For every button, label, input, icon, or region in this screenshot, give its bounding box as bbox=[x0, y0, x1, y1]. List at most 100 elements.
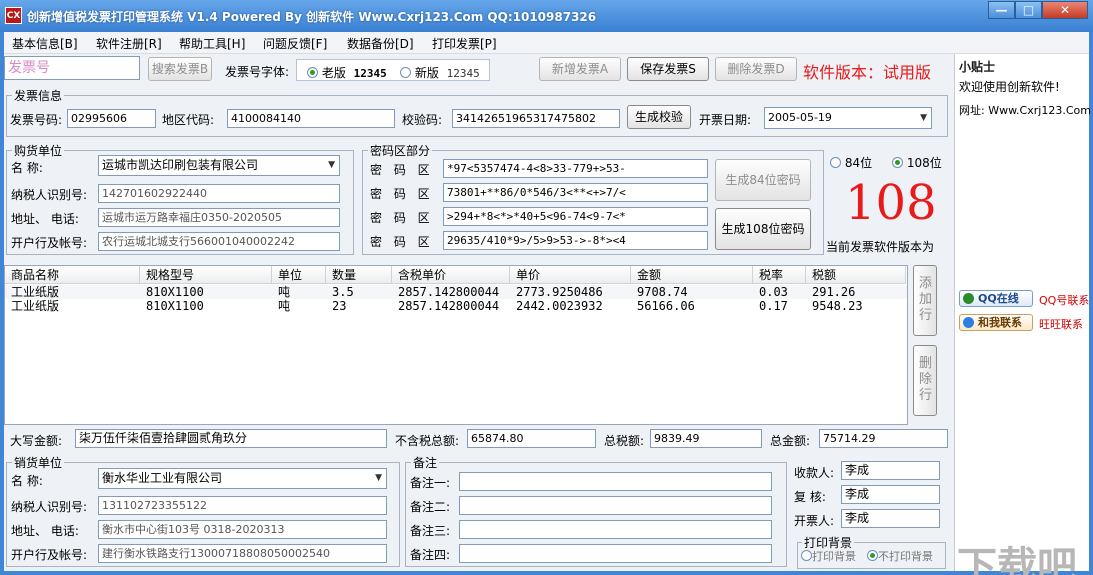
cipher-84-label: 84位 bbox=[844, 156, 873, 170]
table-cell[interactable]: 2442.0023932 bbox=[510, 299, 603, 313]
seller-bank-field[interactable]: 建行衡水铁路支行13000718808050002540 bbox=[98, 544, 387, 563]
table-cell[interactable]: 9548.23 bbox=[806, 299, 863, 313]
invoice-date-picker[interactable]: 2005-05-19 bbox=[764, 107, 932, 129]
total-tax-field[interactable]: 9839.49 bbox=[650, 429, 762, 448]
table-cell[interactable]: 810X1100 bbox=[140, 285, 204, 299]
table-cell[interactable]: 9708.74 bbox=[631, 285, 688, 299]
table-cell[interactable]: 吨 bbox=[272, 285, 290, 299]
table-cell[interactable]: 291.26 bbox=[806, 285, 855, 299]
cipher-field-1[interactable]: *97<5357474-4<8>33-779+>53- bbox=[443, 159, 708, 178]
radio-selected-icon bbox=[307, 67, 318, 78]
table-cell[interactable]: 吨 bbox=[272, 299, 290, 313]
note-3-field[interactable] bbox=[459, 520, 772, 539]
payee-field[interactable]: 李成 bbox=[841, 461, 940, 480]
table-row[interactable]: 工业纸版 810X1100 吨 3.5 2857.142800044 2773.… bbox=[5, 285, 907, 299]
table-cell[interactable]: 810X1100 bbox=[140, 299, 204, 313]
cipher-84-option[interactable]: 84位 bbox=[830, 154, 872, 171]
menu-basic-info[interactable]: 基本信息[B] bbox=[12, 35, 78, 52]
issuer-label: 开票人: bbox=[794, 514, 835, 528]
invoice-number-field[interactable]: 02995606 bbox=[67, 109, 156, 128]
menu-print-invoice[interactable]: 打印发票[P] bbox=[432, 35, 497, 52]
table-header[interactable]: 金额 bbox=[631, 266, 753, 284]
seller-addr-field[interactable]: 衡水市中心街103号 0318-2020313 bbox=[98, 520, 387, 539]
note-1-field[interactable] bbox=[459, 472, 772, 491]
invoice-number-label: 发票号码: bbox=[10, 113, 63, 127]
no-print-background-option[interactable]: 不打印背景 bbox=[867, 548, 933, 564]
table-cell[interactable]: 0.17 bbox=[753, 299, 788, 313]
cipher-field-2[interactable]: 73801+**86/0*546/3<**<+>7/< bbox=[443, 183, 708, 202]
table-header[interactable]: 单价 bbox=[510, 266, 631, 284]
menu-register[interactable]: 软件注册[R] bbox=[96, 35, 162, 52]
add-row-button[interactable]: 添加行 bbox=[913, 265, 937, 336]
title-bar: CX 创新增值税发票打印管理系统 V1.4 Powered By 创新软件 Ww… bbox=[0, 0, 1093, 32]
qq-contact-link[interactable]: QQ号联系 bbox=[1039, 292, 1089, 308]
table-header[interactable]: 商品名称 bbox=[5, 266, 140, 284]
radio-icon bbox=[801, 550, 812, 561]
cipher-field-4[interactable]: 29635/410*9>/5>9>53->-8*><4 bbox=[443, 231, 708, 250]
table-header[interactable]: 单位 bbox=[272, 266, 326, 284]
qq-online-badge[interactable]: QQ在线 bbox=[959, 290, 1033, 307]
seller-name-select[interactable]: 衡水华业工业有限公司 bbox=[98, 468, 387, 489]
invoice-search-input[interactable]: 发票号 bbox=[4, 56, 140, 80]
tips-website[interactable]: 网址: Www.Cxrj123.Com bbox=[959, 102, 1091, 118]
table-header[interactable]: 税率 bbox=[753, 266, 806, 284]
buyer-bank-field[interactable]: 农行运城北城支行566001040002242 bbox=[98, 232, 340, 251]
generate-108-cipher-button[interactable]: 生成108位密码 bbox=[715, 208, 811, 250]
save-invoice-button[interactable]: 保存发票S bbox=[627, 57, 709, 81]
generate-check-button[interactable]: 生成校验 bbox=[627, 105, 691, 129]
note-2-field[interactable] bbox=[459, 496, 772, 515]
payee-label: 收款人: bbox=[794, 466, 835, 480]
reviewer-label: 复 核: bbox=[794, 490, 826, 504]
note-3-label: 备注三: bbox=[410, 524, 451, 538]
caps-amount-field[interactable]: 柒万伍仟柒佰壹拾肆圆贰角玖分 bbox=[75, 429, 387, 448]
table-cell[interactable]: 3.5 bbox=[326, 285, 354, 299]
product-table[interactable]: 商品名称 规格型号 单位 数量 含税单价 单价 金额 税率 税额 工业纸版 81… bbox=[4, 265, 908, 425]
buyer-tax-field[interactable]: 142701602922440 bbox=[98, 184, 340, 203]
search-invoice-button[interactable]: 搜索发票B bbox=[148, 57, 212, 81]
table-header[interactable]: 税额 bbox=[806, 266, 906, 284]
radio-selected-icon bbox=[892, 157, 903, 168]
menu-backup[interactable]: 数据备份[D] bbox=[347, 35, 414, 52]
table-cell[interactable]: 2773.9250486 bbox=[510, 285, 603, 299]
buyer-name-select[interactable]: 运城市凯达印刷包装有限公司 bbox=[98, 155, 340, 176]
buyer-addr-field[interactable]: 运城市运万路幸福庄0350-2020505 bbox=[98, 208, 340, 227]
font-old-option[interactable]: 老版 12345 bbox=[307, 64, 387, 81]
font-old-sample: 12345 bbox=[353, 67, 387, 80]
table-cell[interactable]: 2857.142800044 bbox=[392, 299, 499, 313]
note-4-field[interactable] bbox=[459, 544, 772, 563]
reviewer-field[interactable]: 李成 bbox=[841, 485, 940, 504]
pretax-total-field[interactable]: 65874.80 bbox=[467, 429, 596, 448]
table-header[interactable]: 规格型号 bbox=[140, 266, 272, 284]
maximize-button[interactable]: □ bbox=[1015, 1, 1042, 19]
close-button[interactable]: ✕ bbox=[1042, 1, 1088, 19]
wangwang-badge[interactable]: 和我联系 bbox=[959, 314, 1033, 331]
seller-tax-field[interactable]: 131102723355122 bbox=[98, 496, 387, 515]
cipher-108-option[interactable]: 108位 bbox=[892, 154, 942, 171]
minimize-button[interactable]: — bbox=[988, 1, 1015, 19]
delete-row-button[interactable]: 删除行 bbox=[913, 345, 937, 416]
seller-bank-label: 开户行及帐号: bbox=[11, 548, 88, 562]
check-code-field[interactable]: 34142651965317475802 bbox=[452, 109, 620, 128]
table-header[interactable]: 含税单价 bbox=[392, 266, 510, 284]
menu-feedback[interactable]: 问题反馈[F] bbox=[263, 35, 327, 52]
menu-help-tools[interactable]: 帮助工具[H] bbox=[179, 35, 245, 52]
table-cell[interactable]: 工业纸版 bbox=[5, 285, 59, 299]
table-row[interactable]: 工业纸版 810X1100 吨 23 2857.142800044 2442.0… bbox=[5, 299, 907, 313]
grand-total-field[interactable]: 75714.29 bbox=[819, 429, 948, 448]
table-header[interactable]: 数量 bbox=[326, 266, 392, 284]
app-icon: CX bbox=[5, 7, 22, 24]
table-cell[interactable]: 0.03 bbox=[753, 285, 788, 299]
delete-invoice-button[interactable]: 删除发票D bbox=[715, 57, 797, 81]
table-cell[interactable]: 工业纸版 bbox=[5, 299, 59, 313]
font-new-option[interactable]: 新版 12345 bbox=[400, 64, 480, 81]
generate-84-cipher-button[interactable]: 生成84位密码 bbox=[715, 159, 811, 201]
issuer-field[interactable]: 李成 bbox=[841, 509, 940, 528]
table-cell[interactable]: 23 bbox=[326, 299, 346, 313]
wangwang-contact-link[interactable]: 旺旺联系 bbox=[1039, 316, 1083, 332]
new-invoice-button[interactable]: 新增发票A bbox=[539, 57, 621, 81]
area-code-field[interactable]: 4100084140 bbox=[227, 109, 395, 128]
cipher-field-3[interactable]: >294+*8<*>*40+5<96-74<9-7<* bbox=[443, 207, 708, 226]
table-cell[interactable]: 2857.142800044 bbox=[392, 285, 499, 299]
table-cell[interactable]: 56166.06 bbox=[631, 299, 695, 313]
print-background-option[interactable]: 打印背景 bbox=[801, 548, 856, 564]
